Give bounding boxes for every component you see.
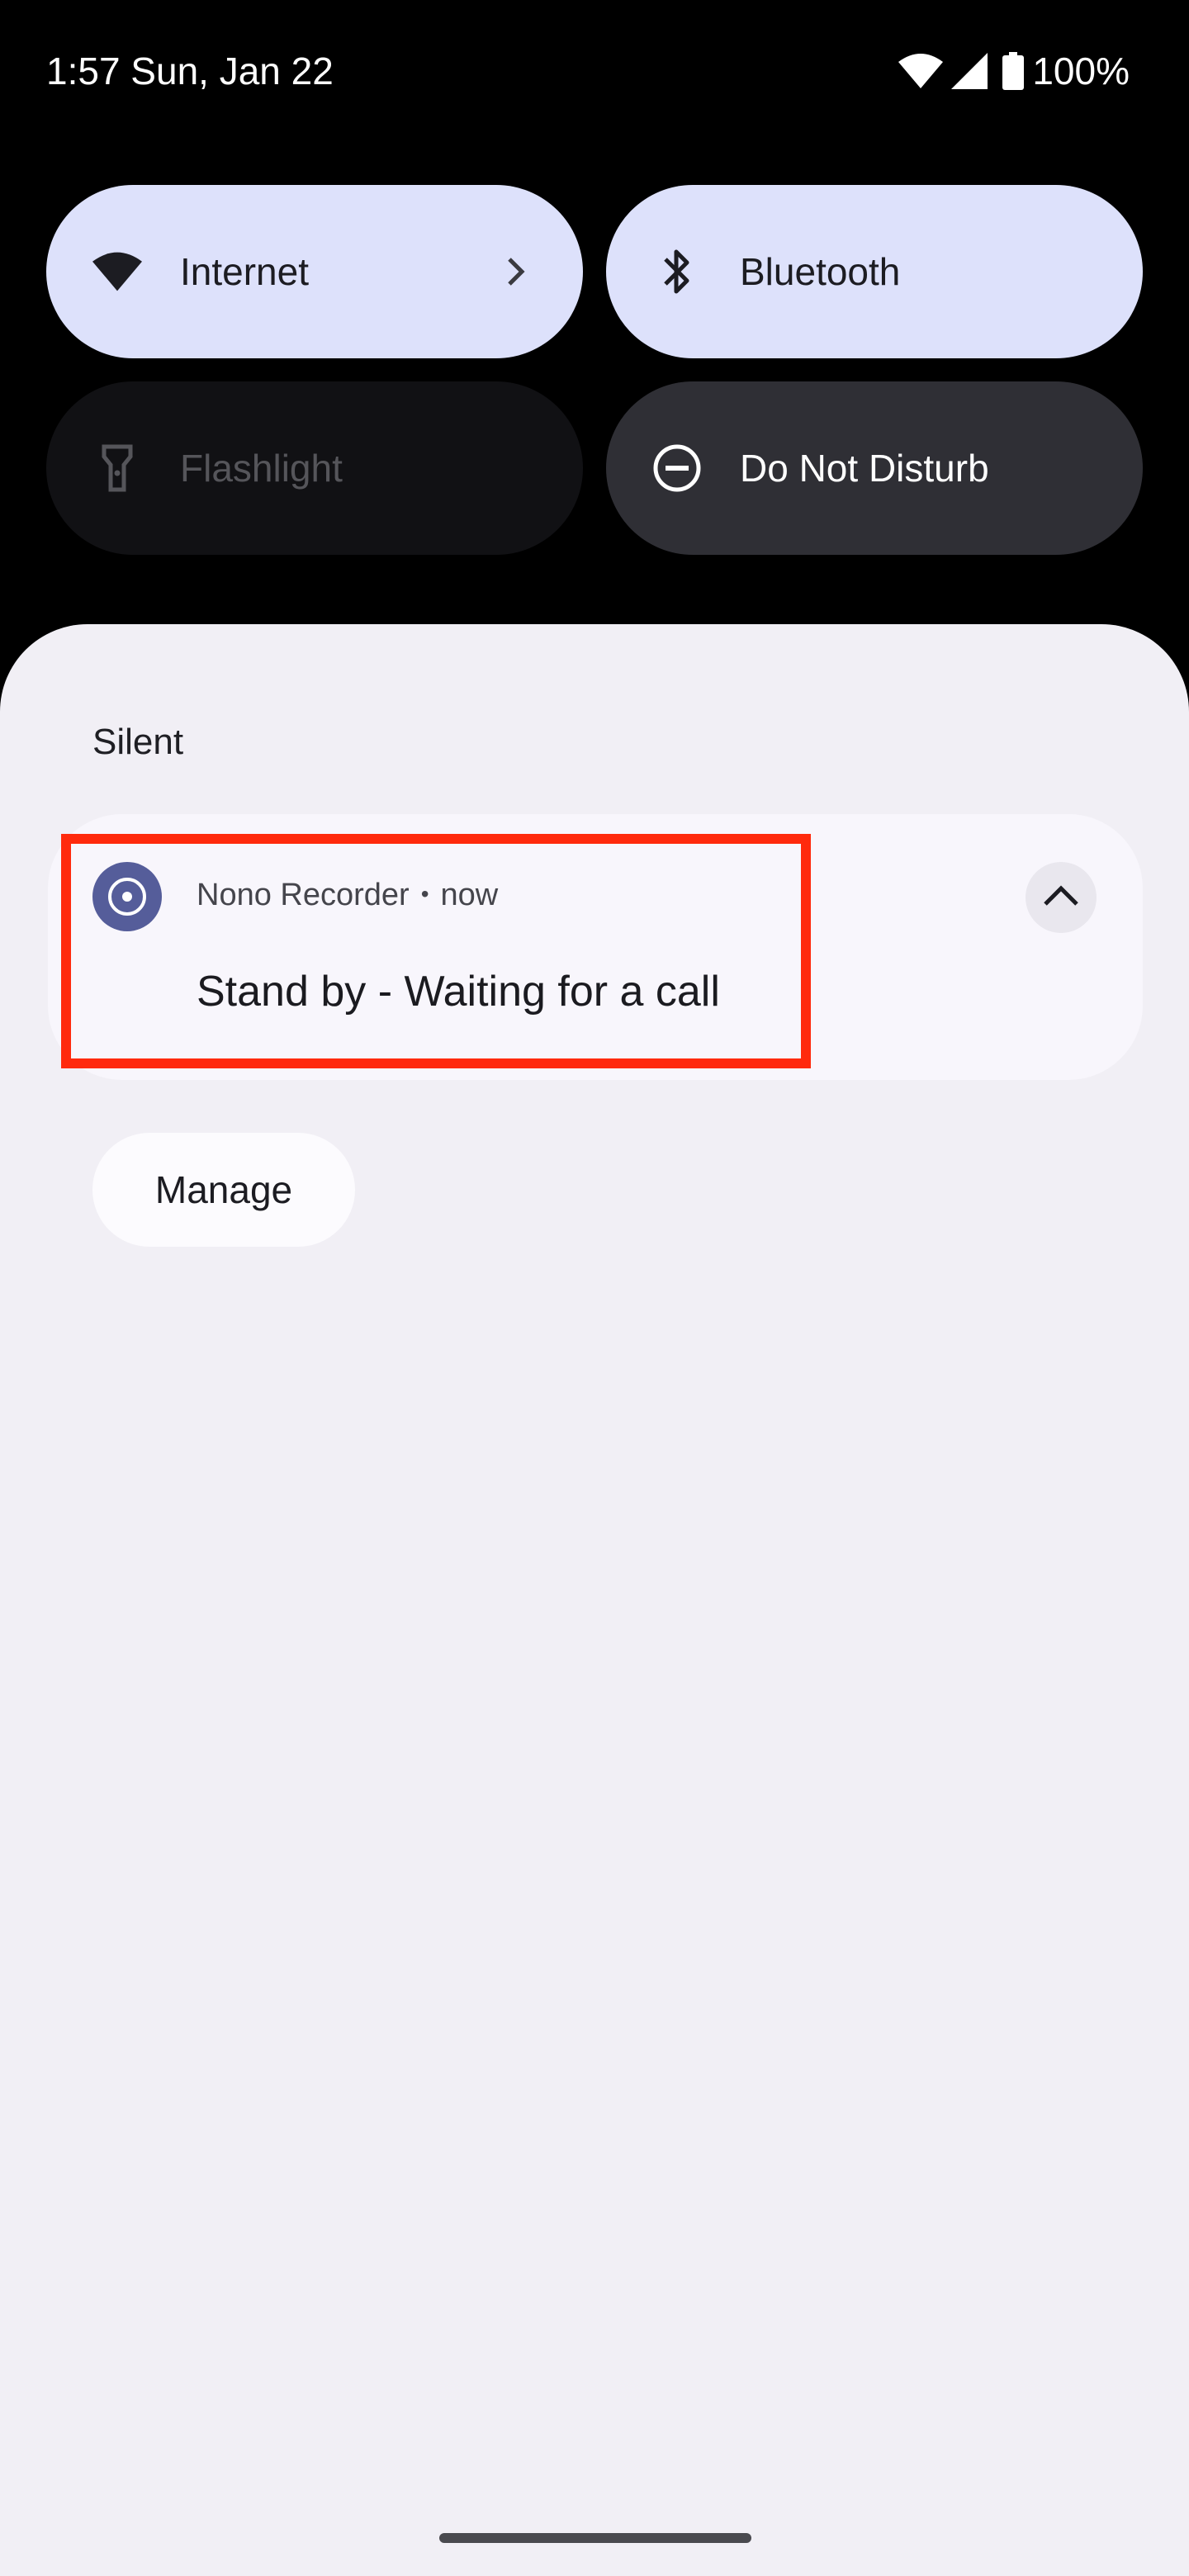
tile-flashlight-label: Flashlight (180, 447, 343, 490)
tile-internet[interactable]: Internet (46, 185, 583, 358)
chevron-up-icon (1043, 884, 1079, 911)
chevron-right-icon (494, 249, 538, 294)
bluetooth-icon (652, 247, 702, 296)
wifi-icon (92, 247, 142, 296)
tile-do-not-disturb-label: Do Not Disturb (740, 447, 989, 490)
status-bar: 1:57 Sun, Jan 22 100% (0, 0, 1189, 140)
tile-do-not-disturb[interactable]: Do Not Disturb (606, 381, 1143, 555)
tile-internet-label: Internet (180, 250, 309, 293)
battery-icon (1002, 52, 1025, 90)
notification-text: Stand by - Waiting for a call (197, 968, 720, 1016)
battery-percentage: 100% (1032, 50, 1130, 92)
notification-app-name: Nono Recorder (197, 878, 410, 912)
notification-time: now (440, 878, 499, 912)
tile-bluetooth-label: Bluetooth (740, 250, 901, 293)
tile-flashlight[interactable]: Flashlight (46, 381, 583, 555)
do-not-disturb-icon (652, 443, 702, 493)
notification-header: Nono Recorder • now (197, 874, 498, 919)
flashlight-icon (92, 443, 142, 493)
notification-separator: • (420, 881, 429, 907)
navigation-handle[interactable] (439, 2533, 751, 2543)
section-label-silent: Silent (92, 722, 184, 762)
status-time-date: 1:57 Sun, Jan 22 (46, 50, 334, 92)
wifi-icon (898, 54, 944, 88)
collapse-notification-button[interactable] (1026, 862, 1097, 933)
tile-bluetooth[interactable]: Bluetooth (606, 185, 1143, 358)
manage-button[interactable]: Manage (92, 1133, 355, 1247)
notification-card[interactable] (48, 814, 1143, 1080)
cell-signal-icon (951, 53, 988, 89)
status-icons: 100% (898, 46, 1130, 96)
record-icon (92, 862, 162, 931)
